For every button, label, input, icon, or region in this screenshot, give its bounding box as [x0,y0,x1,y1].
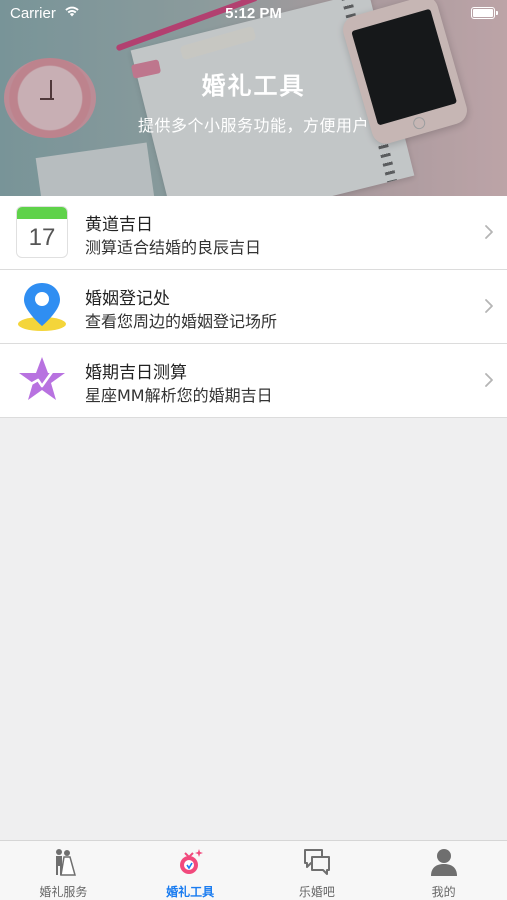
tool-item-subtitle: 星座MM解析您的婚期吉日 [85,386,273,405]
tool-item-title: 黄道吉日 [85,215,153,235]
calendar-icon: 17 [16,206,68,258]
tool-item-title: 婚期吉日测算 [85,363,187,383]
tool-item-wedding-date-calc[interactable]: 婚期吉日测算 星座MM解析您的婚期吉日 [0,344,507,418]
tab-label: 婚礼服务 [39,885,88,899]
status-bar: Carrier 5:12 PM [0,0,507,26]
star-icon [19,357,65,400]
tab-profile[interactable]: 我的 [380,841,507,900]
page-subtitle: 提供多个小服务功能，方便用户 [137,116,369,135]
tool-item-title: 婚姻登记处 [85,289,170,309]
couple-icon [56,849,77,876]
chat-bubbles-icon [303,849,330,875]
tool-item-marriage-registry[interactable]: 婚姻登记处 查看您周边的婚姻登记场所 [0,270,507,344]
page-title: 婚礼工具 [201,72,306,100]
tab-happy-wedding-forum[interactable]: 乐婚吧 [254,841,381,900]
chevron-right-icon [485,299,493,313]
tab-label: 婚礼工具 [166,885,215,899]
tab-label: 乐婚吧 [298,885,335,899]
tool-list: 17 黄道吉日 测算适合结婚的良辰吉日 婚姻登记处 查看您周边的婚姻登记场所 婚… [0,196,507,418]
battery-icon [471,7,498,19]
user-icon [430,849,457,876]
header-banner: Carrier 5:12 PM 婚礼工具 提供多个小服务功能，方便用户 [0,0,507,196]
tab-wedding-tools[interactable]: 婚礼工具 [127,841,254,900]
tab-label: 我的 [431,885,456,899]
tool-item-subtitle: 测算适合结婚的良辰吉日 [85,238,262,257]
ring-icon [180,849,204,874]
tab-bar: 婚礼服务 婚礼工具 乐婚吧 我的 [0,840,507,900]
tool-item-subtitle: 查看您周边的婚姻登记场所 [85,312,278,331]
clock-time: 5:12 PM [225,5,282,22]
chevron-right-icon [485,373,493,387]
chevron-right-icon [485,225,493,239]
tab-wedding-services[interactable]: 婚礼服务 [0,841,127,900]
location-pin-icon [18,283,66,331]
tool-item-auspicious-days[interactable]: 17 黄道吉日 测算适合结婚的良辰吉日 [0,196,507,270]
